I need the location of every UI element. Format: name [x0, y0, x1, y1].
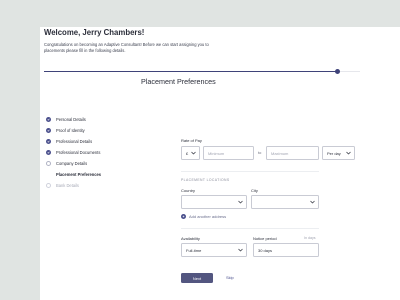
step-company-details[interactable]: Company Details [46, 161, 87, 166]
step-bank-details[interactable]: Bank Details [46, 183, 79, 188]
chevron-down-icon [310, 200, 315, 204]
minimum-rate-input[interactable]: Minimum [203, 146, 254, 160]
step-label: Company Details [56, 161, 88, 166]
skip-button[interactable]: Skip [226, 275, 234, 280]
section-divider [181, 171, 319, 172]
check-icon [46, 150, 51, 155]
chevron-down-icon [238, 200, 243, 204]
onboarding-card [40, 27, 400, 300]
add-address-label: Add another address [189, 214, 227, 219]
progress-marker [335, 68, 341, 74]
chevron-down-icon [346, 151, 351, 155]
welcome-message: Congratulations on becoming an Adaptive … [44, 42, 209, 54]
step-status-icon [46, 183, 51, 188]
step-label: Professional Details [56, 139, 93, 144]
city-label: City [251, 188, 258, 193]
plus-icon [181, 214, 186, 219]
notice-period-label: Notice period [253, 236, 277, 241]
page-title: Welcome, Jerry Chambers! [44, 28, 145, 37]
step-label: Proof of Identity [56, 128, 85, 133]
pay-period-select[interactable]: Per day [322, 146, 355, 160]
pay-period-value: Per day [327, 150, 341, 156]
step-professional-details[interactable]: Professional Details [46, 139, 92, 144]
maximum-rate-input[interactable]: Maximum [266, 146, 319, 160]
step-personal-details[interactable]: Personal Details [46, 117, 86, 122]
chevron-down-icon [238, 248, 243, 252]
step-status-icon [46, 161, 51, 166]
rate-of-pay-label: Rate of Pay [181, 138, 202, 143]
availability-label: Availability [181, 236, 200, 241]
step-placement-preferences[interactable]: Placement Preferences [46, 172, 101, 177]
range-separator: to [258, 150, 262, 155]
city-select[interactable] [251, 195, 319, 209]
form-title: Placement Preferences [141, 77, 216, 86]
chevron-down-icon [191, 151, 196, 155]
currency-value: £ [186, 150, 189, 156]
next-button[interactable]: Next [181, 273, 213, 283]
step-status-icon [46, 172, 51, 177]
notice-period-input[interactable]: 30 days [253, 243, 319, 257]
add-address-button[interactable]: Add another address [181, 214, 226, 219]
progress-fill [44, 70, 338, 73]
check-icon [46, 117, 51, 122]
country-label: Country [181, 188, 196, 193]
step-label: Placement Preferences [56, 172, 102, 177]
check-icon [46, 139, 51, 144]
availability-value: Full-time [186, 247, 202, 253]
placement-locations-heading: PLACEMENT LOCATIONS [181, 178, 230, 182]
country-select[interactable] [181, 195, 247, 209]
section-divider [181, 228, 319, 229]
step-professional-documents[interactable]: Professional Documents [46, 150, 100, 155]
notice-period-hint: In days [304, 236, 316, 240]
step-label: Bank Details [56, 183, 79, 188]
availability-select[interactable]: Full-time [181, 243, 247, 257]
step-label: Professional Documents [56, 150, 101, 155]
check-icon [46, 128, 51, 133]
step-proof-of-identity[interactable]: Proof of Identity [46, 128, 85, 133]
currency-select[interactable]: £ [181, 146, 200, 160]
step-label: Personal Details [56, 117, 86, 122]
